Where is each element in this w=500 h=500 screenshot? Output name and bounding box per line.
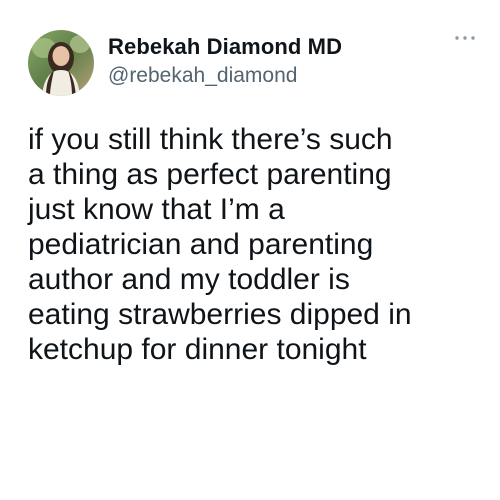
profile-photo-icon	[28, 30, 94, 96]
avatar[interactable]	[28, 30, 94, 96]
user-handle[interactable]: @rebekah_diamond	[108, 64, 297, 88]
ellipsis-icon	[455, 36, 475, 40]
more-options-button[interactable]	[452, 28, 478, 48]
tweet-card: Rebekah Diamond MD @rebekah_diamond if y…	[0, 0, 500, 500]
display-name[interactable]: Rebekah Diamond MD	[108, 34, 342, 60]
tweet-text: if you still think there’s such a thing …	[28, 123, 412, 366]
